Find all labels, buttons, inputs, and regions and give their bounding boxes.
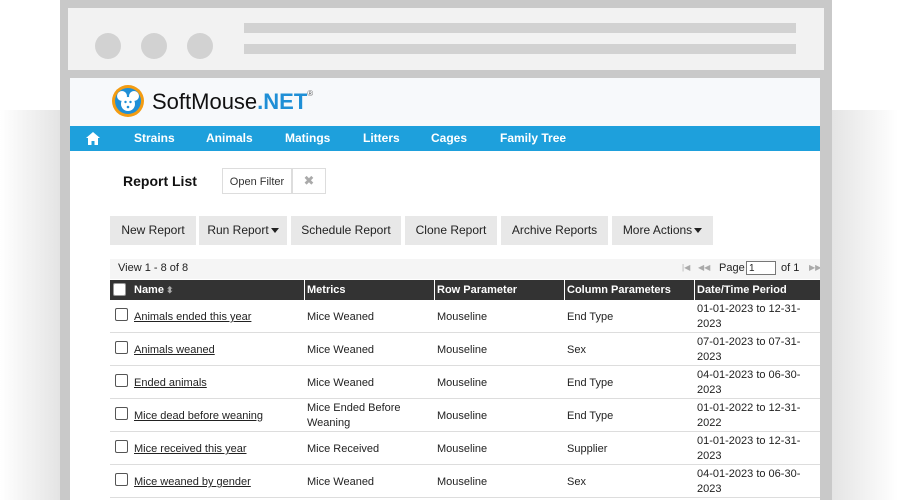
- schedule-report-button[interactable]: Schedule Report: [291, 216, 401, 245]
- nav-cages[interactable]: Cages: [431, 131, 467, 145]
- metrics-cell: Mice Ended Before Weaning: [307, 402, 401, 429]
- clone-report-button[interactable]: Clone Report: [405, 216, 497, 245]
- date-period-cell: 01-01-2023 to 12-31-2023: [697, 303, 801, 330]
- column-header-column-parameters[interactable]: Column Parameters: [567, 284, 671, 296]
- clear-filter-button[interactable]: ✖: [292, 168, 326, 194]
- open-filter-button[interactable]: Open Filter: [222, 168, 292, 194]
- table-row: Mice weaned by gender Mice Weaned Mousel…: [110, 465, 820, 498]
- select-all-checkbox[interactable]: [113, 283, 126, 296]
- date-period-cell: 04-01-2023 to 06-30-2023: [697, 369, 801, 396]
- nav-matings[interactable]: Matings: [285, 131, 330, 145]
- more-actions-button[interactable]: More Actions: [612, 216, 713, 245]
- date-period-cell: 01-01-2022 to 12-31-2022: [697, 402, 801, 429]
- report-name-link[interactable]: Mice weaned by gender: [134, 476, 251, 488]
- table-row: Animals ended this year Mice Weaned Mous…: [110, 300, 820, 333]
- page-title: Report List: [123, 173, 197, 189]
- date-period-cell: 04-01-2023 to 06-30-2023: [697, 468, 801, 495]
- page-number-input[interactable]: 1: [746, 261, 776, 275]
- browser-chrome: [68, 8, 824, 70]
- page-label: Page: [719, 262, 745, 274]
- metrics-cell: Mice Weaned: [307, 475, 375, 488]
- table-row: Animals weaned Mice Weaned Mouseline Sex…: [110, 333, 820, 366]
- nav-strains[interactable]: Strains: [134, 131, 175, 145]
- column-divider: [694, 280, 695, 300]
- column-divider: [304, 280, 305, 300]
- next-page-icon[interactable]: ▶▶: [809, 263, 820, 272]
- column-parameters-cell: End Type: [567, 311, 614, 323]
- first-page-icon[interactable]: |◀: [682, 263, 690, 272]
- new-report-button[interactable]: New Report: [110, 216, 196, 245]
- report-name-link[interactable]: Animals ended this year: [134, 311, 251, 323]
- sort-icon: ⬍: [165, 285, 174, 295]
- prev-page-icon[interactable]: ◀◀: [698, 263, 710, 272]
- report-name-link[interactable]: Animals weaned: [134, 344, 215, 356]
- row-checkbox[interactable]: [115, 308, 128, 321]
- window-dot-1: [95, 33, 121, 59]
- backdrop-shadow-right: [832, 110, 898, 500]
- row-parameter-cell: Mouseline: [437, 476, 488, 488]
- record-count: View 1 - 8 of 8: [118, 262, 189, 274]
- metrics-cell: Mice Weaned: [307, 376, 375, 389]
- metrics-cell: Mice Weaned: [307, 310, 375, 323]
- metrics-cell: Mice Received: [307, 442, 380, 455]
- caret-down-icon: [694, 228, 703, 234]
- column-header-row-parameter[interactable]: Row Parameter: [437, 284, 517, 296]
- column-header-metrics[interactable]: Metrics: [307, 284, 346, 296]
- more-actions-label: More Actions: [622, 223, 693, 237]
- row-checkbox[interactable]: [115, 374, 128, 387]
- row-checkbox[interactable]: [115, 440, 128, 453]
- caret-down-icon: [270, 228, 279, 234]
- table-row: Mice dead before weaning Mice Ended Befo…: [110, 399, 820, 432]
- column-parameters-cell: End Type: [567, 377, 614, 389]
- column-header-name[interactable]: Name ⬍: [134, 284, 174, 296]
- date-period-cell: 07-01-2023 to 07-31-2023: [697, 336, 801, 363]
- table-header: Name ⬍ Metrics Row Parameter Column Param…: [110, 280, 820, 300]
- mouse-logo-icon: [112, 85, 144, 117]
- run-report-button[interactable]: Run Report: [199, 216, 287, 245]
- main-nav: Strains Animals Matings Litters Cages Fa…: [70, 126, 820, 151]
- column-divider: [564, 280, 565, 300]
- row-parameter-cell: Mouseline: [437, 377, 488, 389]
- window-dot-2: [141, 33, 167, 59]
- row-parameter-cell: Mouseline: [437, 443, 488, 455]
- archive-reports-button[interactable]: Archive Reports: [501, 216, 608, 245]
- date-period-cell: 01-01-2023 to 12-31-2023: [697, 435, 801, 462]
- nav-litters[interactable]: Litters: [363, 131, 400, 145]
- run-report-label: Run Report: [207, 223, 269, 237]
- nav-animals[interactable]: Animals: [206, 131, 253, 145]
- row-checkbox[interactable]: [115, 473, 128, 486]
- row-checkbox[interactable]: [115, 407, 128, 420]
- pager-bar: View 1 - 8 of 8 |◀ ◀◀ Page 1 of 1 ▶▶: [110, 259, 820, 279]
- column-parameters-cell: Supplier: [567, 443, 608, 455]
- row-checkbox[interactable]: [115, 341, 128, 354]
- tab-bar-placeholder: [244, 44, 796, 54]
- backdrop-shadow-left: [0, 110, 60, 500]
- report-name-link[interactable]: Mice dead before weaning: [134, 410, 263, 422]
- row-parameter-cell: Mouseline: [437, 344, 488, 356]
- page-total: of 1: [781, 262, 800, 274]
- table-row: Ended animals Mice Weaned Mouseline End …: [110, 366, 820, 399]
- home-icon[interactable]: [86, 132, 100, 145]
- metrics-cell: Mice Weaned: [307, 343, 375, 356]
- nav-family-tree[interactable]: Family Tree: [500, 131, 566, 145]
- row-parameter-cell: Mouseline: [437, 311, 488, 323]
- table-row: Mice received this year Mice Received Mo…: [110, 432, 820, 465]
- row-parameter-cell: Mouseline: [437, 410, 488, 422]
- brand-name: SoftMouse.NET®: [152, 89, 314, 114]
- app-window: SoftMouse.NET® Strains Animals Matings L…: [70, 78, 820, 500]
- column-parameters-cell: End Type: [567, 410, 614, 422]
- report-name-link[interactable]: Ended animals: [134, 377, 207, 389]
- address-bar-placeholder: [244, 23, 796, 33]
- window-dot-3: [187, 33, 213, 59]
- column-parameters-cell: Sex: [567, 344, 586, 356]
- column-parameters-cell: Sex: [567, 476, 586, 488]
- column-divider: [434, 280, 435, 300]
- column-header-date-period[interactable]: Date/Time Period: [697, 284, 787, 296]
- report-name-link[interactable]: Mice received this year: [134, 443, 247, 455]
- app-header: SoftMouse.NET®: [70, 78, 820, 126]
